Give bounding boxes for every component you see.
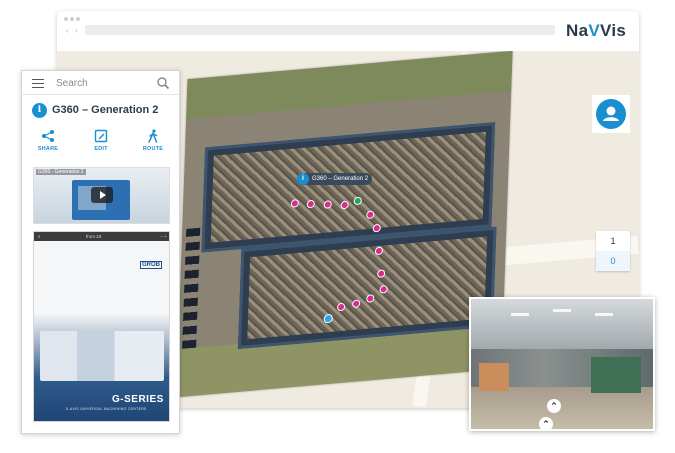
action-bar: SHARE EDIT ROUTE	[22, 129, 179, 157]
pdf-page: GROB G-SERIES 5-AXIS UNIVERSAL MACHINING…	[34, 241, 169, 421]
pdf-toolbar: ⌕ from 23 – +	[34, 232, 169, 241]
info-icon: i	[32, 102, 47, 118]
machine-image	[40, 331, 164, 381]
route-label: ROUTE	[142, 146, 164, 152]
edit-label: EDIT	[94, 146, 108, 152]
poi-map-label-text: G360 – Generation 2	[312, 176, 369, 182]
floor-selector: 1 0	[596, 231, 630, 271]
parked-cars	[182, 227, 201, 349]
window-dot-icon	[76, 17, 80, 21]
video-player[interactable]: G360 - Generation 2	[33, 167, 170, 224]
edit-button[interactable]: EDIT	[81, 129, 121, 157]
page: ‹ › NaVVis i G360 – Generation 2 1 0 Sea…	[0, 0, 675, 453]
window-dot-icon	[70, 17, 74, 21]
browser-chrome: ‹ › NaVVis	[57, 11, 639, 51]
walking-person-icon	[148, 129, 158, 143]
pdf-subtitle: 5-AXIS UNIVERSAL MACHINING CENTERS	[66, 407, 147, 411]
navigate-forward-icon[interactable]: ⌃	[539, 417, 553, 429]
video-title: G360 - Generation 2	[36, 169, 86, 175]
poi-title: G360 – Generation 2	[52, 104, 159, 116]
pdf-brand-title: G-SERIES	[112, 394, 164, 405]
edit-icon	[94, 129, 108, 143]
info-icon: i	[297, 173, 309, 185]
floor-button-active[interactable]: 0	[596, 251, 630, 271]
grob-logo: GROB	[140, 261, 162, 269]
pdf-controls-icon[interactable]: – +	[161, 232, 167, 241]
navvis-logo: NaVVis	[566, 21, 627, 40]
building-interior	[210, 131, 486, 243]
pdf-viewer[interactable]: ⌕ from 23 – + GROB G-SERIES 5-AXIS UNIVE…	[33, 231, 170, 422]
window-dot-icon	[64, 17, 68, 21]
poi-map-label[interactable]: i G360 – Generation 2	[297, 173, 373, 185]
ceiling-light	[595, 313, 613, 316]
search-icon[interactable]	[156, 76, 170, 90]
panorama-machines	[591, 357, 641, 393]
panorama-boxes	[479, 363, 509, 391]
menu-icon[interactable]	[32, 79, 44, 88]
share-button[interactable]: SHARE	[28, 129, 68, 157]
scan-grass	[186, 51, 513, 120]
share-icon	[42, 130, 54, 142]
navigate-forward-icon[interactable]: ⌃	[547, 399, 561, 413]
url-bar[interactable]	[85, 25, 555, 35]
sidebar-panel: i G360 – Generation 2 SHARE EDIT ROUTE G…	[21, 70, 180, 434]
panorama-ceiling	[471, 299, 653, 354]
poi-title-row: i G360 – Generation 2	[32, 102, 158, 118]
panorama-floor	[471, 387, 653, 429]
user-icon	[596, 99, 626, 129]
back-forward-icon[interactable]: ‹ ›	[66, 26, 80, 35]
pdf-page-indicator: from 23	[86, 234, 102, 239]
floor-button[interactable]: 1	[596, 231, 630, 251]
user-button[interactable]	[592, 95, 630, 133]
search-bar	[22, 71, 179, 95]
ceiling-light	[553, 309, 571, 312]
building-interior	[247, 236, 488, 340]
play-icon[interactable]	[91, 187, 113, 203]
share-label: SHARE	[37, 146, 59, 152]
ceiling-light	[511, 313, 529, 316]
panorama-view[interactable]: ⌃ ⌃	[469, 297, 655, 431]
search-input[interactable]	[56, 76, 146, 90]
aerial-scan[interactable]	[176, 51, 513, 398]
zoom-icon[interactable]: ⌕	[38, 232, 41, 241]
route-button[interactable]: ROUTE	[133, 129, 173, 157]
